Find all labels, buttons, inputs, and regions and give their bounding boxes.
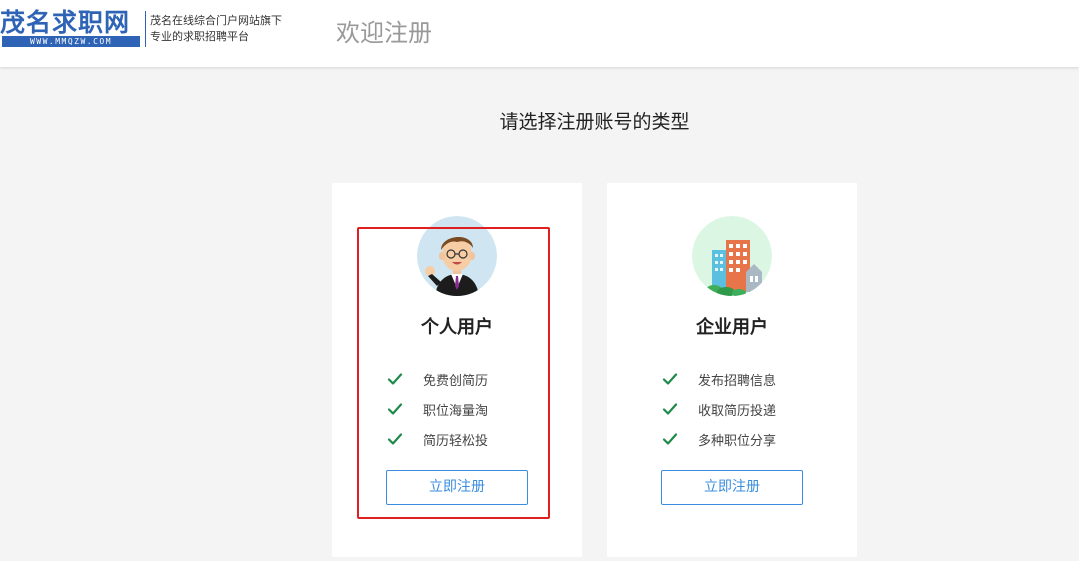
feature-item: 职位海量淘: [387, 394, 488, 424]
checkmark-icon: [387, 431, 403, 447]
feature-item: 发布招聘信息: [662, 364, 776, 394]
feature-item: 免费创简历: [387, 364, 488, 394]
personal-register-button[interactable]: 立即注册: [386, 470, 528, 505]
feature-item: 多种职位分享: [662, 424, 776, 454]
site-logo[interactable]: 茂名求职网 WWW.MMQZW.COM: [0, 9, 145, 49]
logo-url: WWW.MMQZW.COM: [2, 36, 140, 47]
company-feature-list: 发布招聘信息 收取简历投递 多种职位分享: [662, 364, 776, 454]
company-user-card: 企业用户 发布招聘信息 收取简历投递 多种职位分享 立即注册: [607, 183, 857, 557]
site-header: 茂名求职网 WWW.MMQZW.COM 茂名在线综合门户网站旗下 专业的求职招聘…: [0, 0, 1079, 67]
checkmark-icon: [662, 431, 678, 447]
checkmark-icon: [662, 401, 678, 417]
personal-feature-list: 免费创简历 职位海量淘 简历轻松投: [387, 364, 488, 454]
slogan-line-1: 茂名在线综合门户网站旗下: [150, 14, 282, 27]
checkmark-icon: [387, 401, 403, 417]
feature-text: 简历轻松投: [423, 433, 489, 449]
feature-item: 收取简历投递: [662, 394, 776, 424]
logo-divider: [145, 11, 146, 47]
person-avatar-icon: [417, 216, 497, 296]
personal-user-title: 个人用户: [421, 317, 493, 338]
logo-title: 茂名求职网: [0, 8, 131, 37]
slogan-line-2: 专业的求职招聘平台: [150, 30, 249, 43]
site-slogan: 茂名在线综合门户网站旗下 专业的求职招聘平台: [150, 13, 282, 45]
company-user-title: 企业用户: [696, 317, 768, 338]
feature-text: 免费创简历: [423, 373, 489, 389]
feature-text: 多种职位分享: [698, 433, 777, 449]
checkmark-icon: [662, 371, 678, 387]
feature-item: 简历轻松投: [387, 424, 488, 454]
checkmark-icon: [387, 371, 403, 387]
company-building-icon: [692, 216, 772, 296]
company-register-button[interactable]: 立即注册: [661, 470, 803, 505]
page-title: 欢迎注册: [336, 19, 432, 47]
personal-user-card: 个人用户 免费创简历 职位海量淘 简历轻松投 立即注册: [332, 183, 582, 557]
feature-text: 收取简历投递: [698, 403, 777, 419]
account-type-prompt: 请选择注册账号的类型: [499, 111, 690, 133]
feature-text: 发布招聘信息: [698, 373, 777, 389]
feature-text: 职位海量淘: [423, 403, 489, 419]
